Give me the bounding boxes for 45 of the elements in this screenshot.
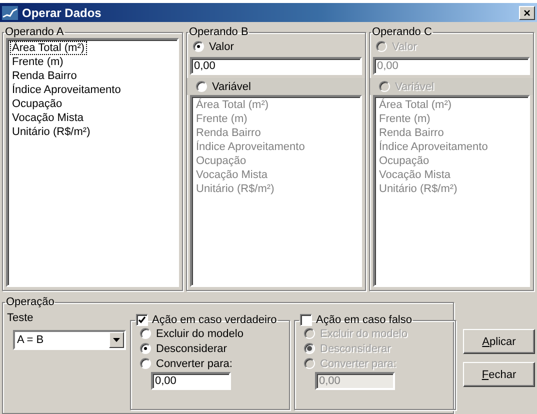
dropdown[interactable]: A = B [13,330,126,350]
group-title: Operação [5,296,56,308]
radio-label: Converter para: [156,358,232,370]
radio-label: Variável [395,80,434,92]
close-button[interactable]: × [519,6,535,20]
field-label: Teste [7,312,34,324]
radio-label: Valor [209,40,234,52]
checkbox-label: Ação em caso verdadeiro [152,314,277,326]
list-item[interactable]: Frente (m) [194,112,250,126]
list-item[interactable]: Índice Aproveitamento [10,83,123,97]
list-item[interactable]: Unitário (R$/m²) [194,182,276,196]
radio-button[interactable] [196,81,207,92]
group-title: Operando A [4,26,65,38]
list-item[interactable]: Vocação Mista [194,168,270,182]
radio-button[interactable] [140,328,151,339]
list-item[interactable]: Unitário (R$/m²) [10,125,92,139]
group-title: Operando C [371,26,433,38]
list-item[interactable]: Vocação Mista [10,111,86,125]
checkbox[interactable] [136,314,148,326]
list-item[interactable]: Índice Aproveitamento [194,140,307,154]
caret-icon [113,338,120,342]
group-title: Operando B [188,26,250,38]
checkbox-label: Ação em caso falso [316,314,412,326]
list-item[interactable]: Ocupação [194,154,248,168]
list-item[interactable]: Renda Bairro [194,126,263,140]
radio-label: Variável [212,80,251,92]
value-field[interactable]: 0,00 [190,57,362,75]
list-box[interactable]: Área Total (m²) Frente (m) Renda Bairro Índice Aproveitamento Ocupação Vocação Mista Unitário (R$/m²) [190,95,362,287]
chart-line-icon [2,6,18,20]
window-title: Operar Dados [22,6,102,20]
radio-label: Excluir do modelo [156,328,244,340]
list-box[interactable]: Área Total (m²) Frente (m) Renda Bairro Índice Aproveitamento Ocupação Vocação Mista Unitário (R$/m²) [6,38,179,287]
list-item[interactable]: Área Total (m²) [10,41,87,55]
radio-button[interactable] [193,41,204,52]
radio-button[interactable] [140,358,151,369]
button[interactable]: Aplicar [463,329,535,354]
list-item[interactable]: Ocupação [10,97,64,111]
button[interactable]: Fechar [463,362,535,387]
radio-label: Desconsiderar [156,342,227,354]
dropdown-button[interactable] [109,332,124,348]
list-item[interactable]: Frente (m) [10,55,66,69]
value-field[interactable]: 0,00 [151,372,231,390]
radio-button[interactable] [140,343,151,354]
list-item[interactable]: Renda Bairro [10,69,79,83]
list-item[interactable]: Área Total (m²) [194,98,271,112]
